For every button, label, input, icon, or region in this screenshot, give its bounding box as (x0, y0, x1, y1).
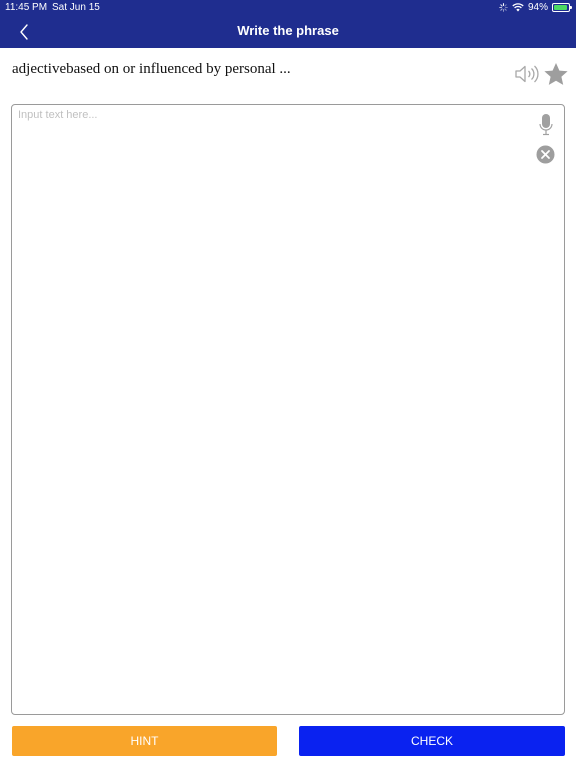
status-time: 11:45 PM (5, 2, 48, 13)
status-indicators: 94% (499, 2, 572, 13)
status-bar: 11:45 PM Sat Jun 15 94% (0, 0, 576, 16)
status-date: Sat Jun 15 (52, 2, 100, 13)
answer-input[interactable] (18, 109, 528, 709)
voice-input-button[interactable] (538, 113, 554, 137)
speaker-icon (515, 65, 539, 83)
page-title: Write the phrase (237, 23, 339, 38)
loading-icon (499, 3, 508, 12)
answer-box (11, 104, 565, 715)
microphone-icon (539, 114, 553, 136)
star-icon (544, 63, 568, 85)
favorite-button[interactable] (543, 62, 569, 86)
hint-button[interactable]: HINT (12, 726, 277, 756)
navigation-bar: Write the phrase (0, 16, 576, 48)
battery-icon (552, 3, 572, 12)
battery-level (554, 5, 568, 10)
clear-text-button[interactable] (536, 145, 555, 164)
phrase-definition: adjectivebased on or influenced by perso… (12, 61, 291, 77)
play-audio-button[interactable] (514, 64, 540, 84)
battery-percent: 94% (527, 2, 548, 13)
check-button[interactable]: CHECK (299, 726, 565, 756)
clear-icon (536, 145, 555, 164)
prompt-row: adjectivebased on or influenced by perso… (0, 48, 576, 100)
wifi-icon (512, 3, 524, 12)
